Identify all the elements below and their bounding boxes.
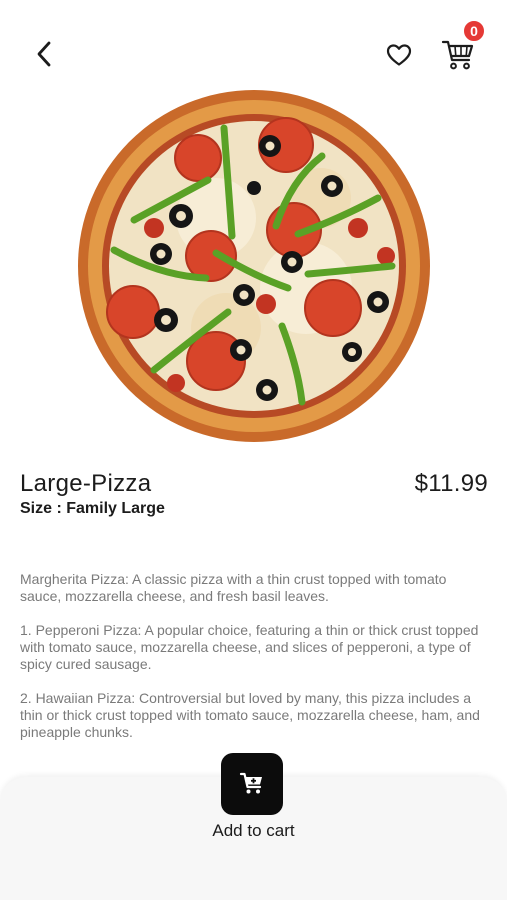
product-size: Size : Family Large (20, 500, 165, 518)
cart-add-icon (239, 772, 262, 794)
description-paragraph: 1. Pepperoni Pizza: A popular choice, fe… (20, 622, 479, 672)
add-to-cart-button[interactable] (221, 753, 283, 815)
description-paragraph: 2. Hawaiian Pizza: Controversial but lov… (20, 690, 480, 740)
top-bar: 0 (0, 0, 507, 100)
product-title: Large-Pizza (20, 470, 152, 497)
shopping-cart-icon (441, 40, 474, 70)
cart-count-badge: 0 (462, 19, 486, 43)
add-to-cart-label: Add to cart (212, 821, 295, 840)
pizza-image (76, 88, 432, 444)
product-description: Margherita Pizza: A classic pizza with a… (20, 571, 490, 758)
product-header: Large-Pizza $11.99 (20, 470, 488, 500)
heart-icon (386, 44, 412, 66)
size-value: Family Large (66, 500, 165, 517)
back-button[interactable] (28, 38, 60, 70)
product-price: $11.99 (414, 470, 488, 497)
favorite-button[interactable] (383, 39, 415, 71)
size-label: Size : (20, 500, 62, 517)
description-paragraph: Margherita Pizza: A classic pizza with a… (20, 571, 447, 604)
chevron-left-icon (37, 41, 51, 67)
